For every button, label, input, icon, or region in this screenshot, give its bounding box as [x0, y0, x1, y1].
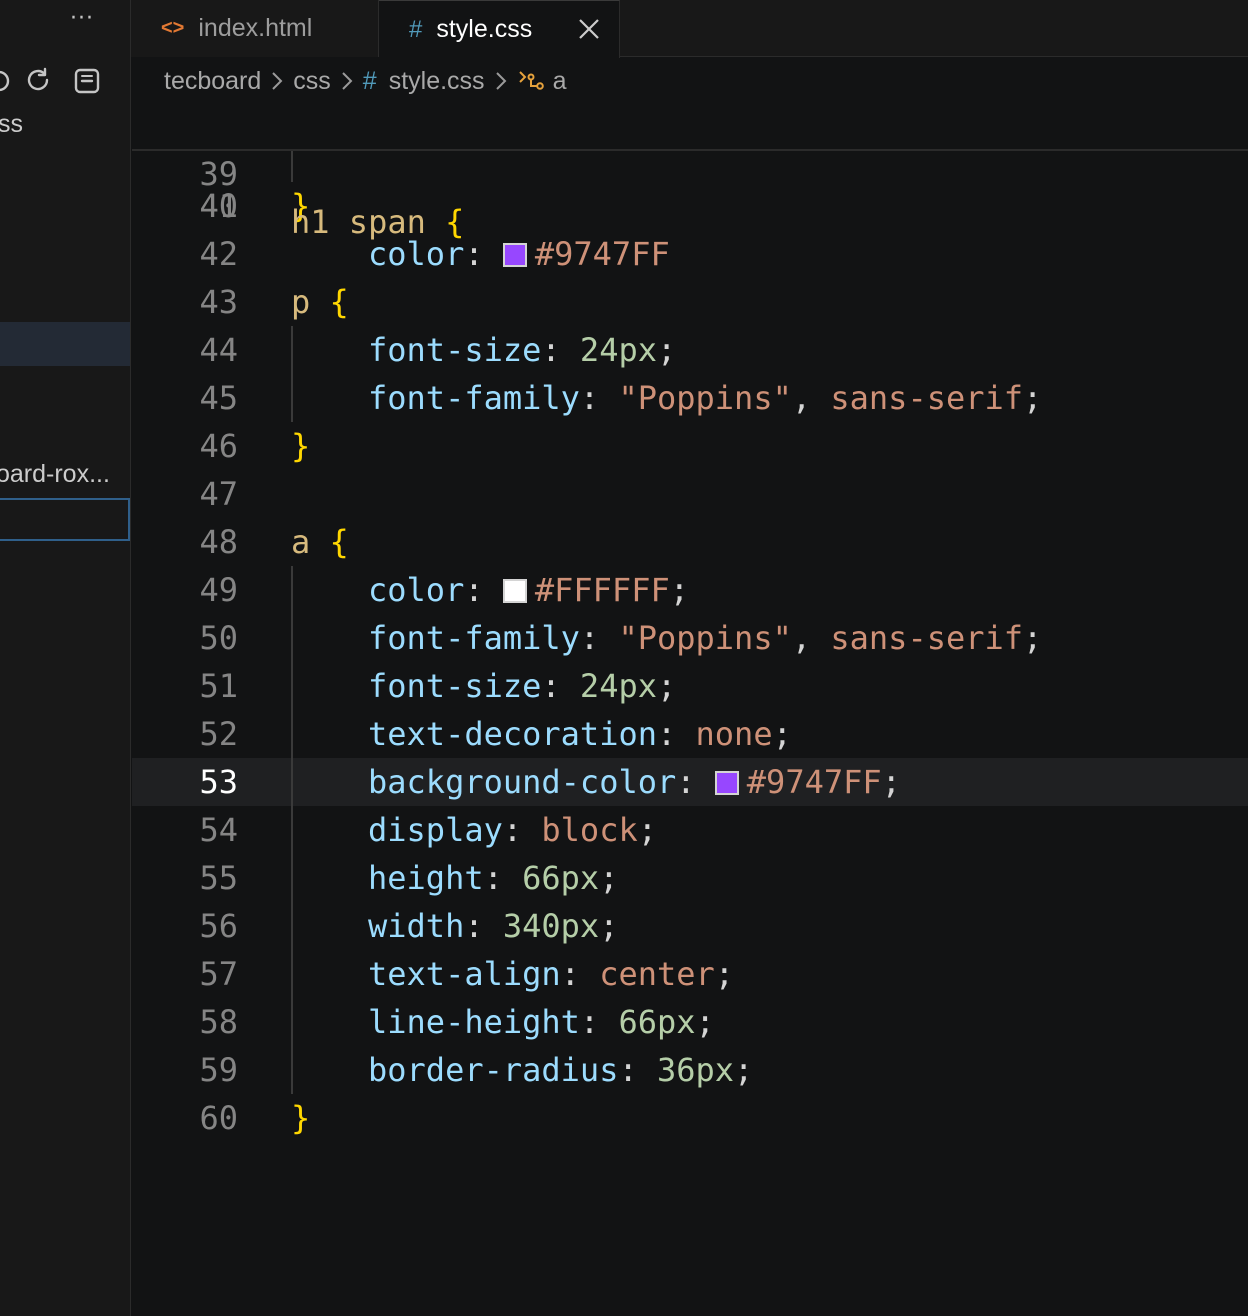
- breadcrumb-folder-tecboard[interactable]: tecboard: [164, 67, 261, 96]
- line-number: 49: [199, 571, 238, 609]
- code-text: font-family: "Poppins", sans-serif;: [368, 379, 1043, 417]
- line-number: 45: [199, 379, 238, 417]
- line-number: 44: [199, 331, 238, 369]
- chevron-right-icon: [272, 72, 283, 90]
- close-icon[interactable]: [577, 11, 601, 47]
- code-text: }: [291, 1099, 311, 1137]
- code-line: 39 h1 span {: [132, 104, 1248, 241]
- indent-guide: [291, 326, 293, 422]
- current-code-line: 53 background-color: #9747FF;: [132, 758, 1248, 806]
- code-text: font-size: 24px;: [368, 667, 677, 705]
- indent-guide: [291, 150, 293, 182]
- code-text: h1 span {: [291, 203, 465, 241]
- code-line: 51 font-size: 24px;: [132, 662, 1248, 710]
- css-file-icon: #: [362, 66, 377, 95]
- code-line: 50 font-family: "Poppins", sans-serif;: [132, 614, 1248, 662]
- code-line: 45 font-family: "Poppins", sans-serif;: [132, 374, 1248, 422]
- tree-item-selected[interactable]: [0, 322, 130, 366]
- tree-item-focused[interactable]: [0, 498, 130, 541]
- code-text: border-radius: 36px;: [368, 1051, 754, 1089]
- color-swatch[interactable]: [714, 771, 739, 795]
- tab-label: style.css: [436, 15, 533, 43]
- code-text: p {: [291, 283, 349, 321]
- code-text: font-family: "Poppins", sans-serif;: [368, 619, 1043, 657]
- code-line: 58 line-height: 66px;: [132, 998, 1248, 1046]
- breadcrumb-folder-css[interactable]: css: [293, 67, 331, 96]
- line-number: 57: [199, 955, 238, 993]
- new-folder-icon[interactable]: [0, 66, 14, 96]
- sticky-scroll-header[interactable]: 39 h1 span {: [132, 104, 1248, 241]
- code-text: display: block;: [368, 811, 657, 849]
- refresh-icon[interactable]: [24, 66, 54, 96]
- explorer-sidebar: ··· ss oard-rox...: [0, 0, 131, 1316]
- breadcrumb-file[interactable]: style.css: [389, 67, 485, 96]
- code-line: 52 text-decoration: none;: [132, 710, 1248, 758]
- tree-item-partial[interactable]: ss: [0, 110, 23, 139]
- code-text: height: 66px;: [368, 859, 619, 897]
- code-text: }: [291, 427, 311, 465]
- line-number: 50: [199, 619, 238, 657]
- tab-label: index.html: [198, 14, 313, 42]
- breadcrumb-symbol[interactable]: a: [553, 67, 567, 96]
- line-number: 54: [199, 811, 238, 849]
- editor-tab-bar: <> index.html # style.css: [131, 0, 1248, 58]
- more-actions-button[interactable]: ···: [70, 6, 94, 31]
- line-number: 51: [199, 667, 238, 705]
- tab-index-html[interactable]: <> index.html: [131, 0, 379, 57]
- code-line: 44 font-size: 24px;: [132, 326, 1248, 374]
- code-line: 49 color: #FFFFFF;: [132, 566, 1248, 614]
- code-text: color: #FFFFFF;: [368, 571, 689, 609]
- line-number: 53: [199, 763, 238, 801]
- line-number: 58: [199, 1003, 238, 1041]
- code-text: font-size: 24px;: [368, 331, 677, 369]
- line-number: 56: [199, 907, 238, 945]
- code-text: text-decoration: none;: [368, 715, 792, 753]
- line-number: 55: [199, 859, 238, 897]
- code-line: 57 text-align: center;: [132, 950, 1248, 998]
- indent-guide: [291, 566, 293, 1094]
- line-number: 39: [199, 155, 238, 193]
- line-number: 46: [199, 427, 238, 465]
- code-line: 48 a {: [132, 518, 1248, 566]
- html-file-icon: <>: [161, 17, 185, 39]
- code-line: 54 display: block;: [132, 806, 1248, 854]
- color-swatch[interactable]: [502, 579, 527, 603]
- breadcrumb: tecboard css # style.css a: [164, 62, 566, 100]
- code-line: 60}: [132, 1094, 1248, 1142]
- tree-item-partial-repo[interactable]: oard-rox...: [0, 460, 110, 489]
- chevron-right-icon: [342, 72, 353, 90]
- code-line: 55 height: 66px;: [132, 854, 1248, 902]
- code-text: width: 340px;: [368, 907, 619, 945]
- code-line: 56 width: 340px;: [132, 902, 1248, 950]
- tab-style-css[interactable]: # style.css: [379, 0, 620, 58]
- code-text: text-align: center;: [368, 955, 735, 993]
- code-text: line-height: 66px;: [368, 1003, 715, 1041]
- line-number: 48: [199, 523, 238, 561]
- code-text: a {: [291, 523, 349, 561]
- chevron-right-icon: [495, 72, 506, 90]
- code-line: 43 p {: [132, 278, 1248, 326]
- css-file-icon: #: [409, 15, 423, 43]
- line-number: 59: [199, 1051, 238, 1089]
- line-number: 60: [199, 1099, 238, 1137]
- line-number: 52: [199, 715, 238, 753]
- code-text: background-color: #9747FF;: [368, 763, 901, 801]
- code-line: 46}: [132, 422, 1248, 470]
- collapse-all-icon[interactable]: [72, 66, 102, 96]
- code-line: 59 border-radius: 36px;: [132, 1046, 1248, 1094]
- symbol-selector-icon: [518, 71, 544, 90]
- code-editor[interactable]: 39 h1 span { 40 color: #9747FF 41} 42 43 p …: [132, 104, 1248, 1316]
- code-line: 47: [132, 470, 1248, 518]
- line-number: 47: [199, 475, 238, 513]
